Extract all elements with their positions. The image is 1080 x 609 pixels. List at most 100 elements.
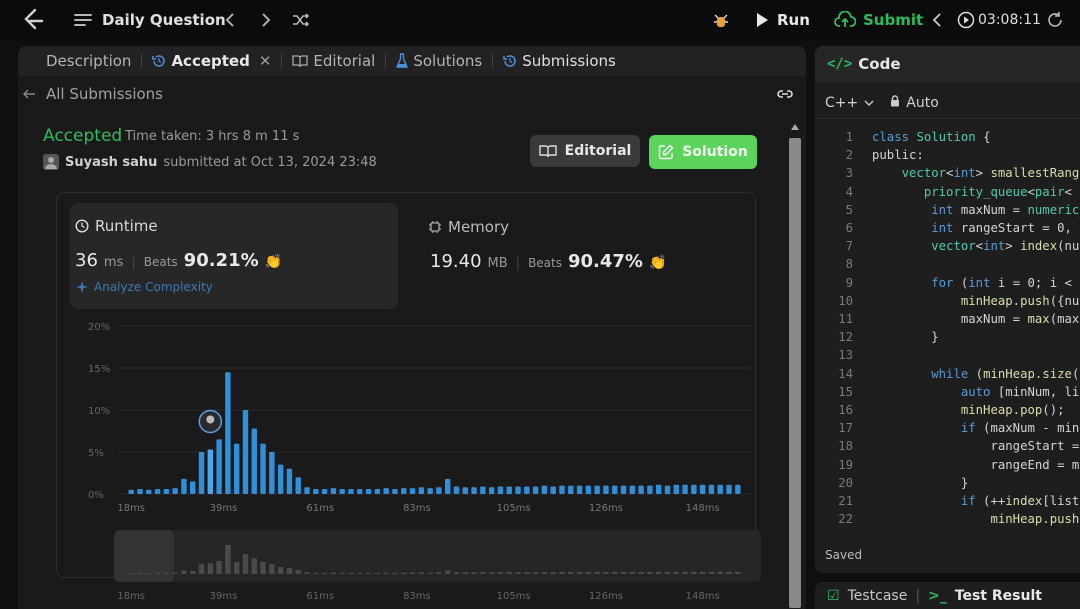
- next-problem-icon[interactable]: [260, 0, 272, 40]
- code-line[interactable]: if (++index[listI: [872, 494, 1080, 508]
- debug-icon[interactable]: [713, 0, 729, 40]
- code-editor[interactable]: 1 class Solution {2 public: 3 vector<int> s…: [815, 126, 1080, 526]
- code-line[interactable]: rangeEnd = ma: [872, 458, 1080, 472]
- chart-bar: [374, 488, 381, 494]
- submit-button[interactable]: Submit: [834, 0, 923, 40]
- problem-list-label[interactable]: Daily Question: [102, 0, 226, 40]
- collapse-timer-icon[interactable]: [932, 0, 942, 40]
- code-line[interactable]: minHeap.push(: [872, 512, 1080, 526]
- code-line[interactable]: vector<int> index(num: [872, 239, 1080, 253]
- panel-scrollbar[interactable]: [788, 122, 802, 609]
- language-select[interactable]: C++: [825, 95, 858, 111]
- runtime-number: 36: [75, 250, 98, 271]
- chart-bar: [541, 485, 548, 494]
- runtime-distribution-chart[interactable]: 20% 15% 10% 5% 0% 18ms 39ms 61ms 83ms 105ms 126ms 1…: [56, 316, 776, 609]
- line-number: 2: [845, 148, 853, 163]
- submitter-name[interactable]: Suyash sahu: [65, 155, 157, 170]
- mode-select[interactable]: Auto: [906, 95, 939, 111]
- mini-chart-bar: [462, 572, 468, 574]
- user-marker-head: [206, 415, 215, 424]
- close-tab-icon[interactable]: ✕: [259, 52, 272, 70]
- tab-description[interactable]: Description: [18, 46, 141, 76]
- timer[interactable]: 03:08:11: [957, 0, 1041, 40]
- mini-chart-bar: [524, 572, 530, 574]
- code-line[interactable]: while (minHeap.size(): [872, 367, 1080, 381]
- code-line[interactable]: int maxNum = numeric_: [872, 203, 1080, 217]
- scrollbar-thumb[interactable]: [789, 138, 801, 608]
- chevron-down-icon[interactable]: [864, 99, 874, 107]
- all-submissions-link[interactable]: All Submissions: [18, 81, 806, 107]
- chart-bar: [629, 485, 636, 494]
- top-bar: Daily Question Run Submit 03:08:11: [0, 0, 1080, 40]
- tab-submissions-label: Submissions: [522, 52, 616, 70]
- problem-list-icon[interactable]: [74, 0, 92, 40]
- analyze-complexity-link[interactable]: Analyze Complexity: [76, 280, 213, 294]
- submitted-at: submitted at Oct 13, 2024 23:48: [163, 154, 377, 170]
- chart-bar: [726, 484, 732, 494]
- chart-bar: [242, 410, 249, 494]
- line-number: 14: [838, 366, 853, 381]
- tab-solutions[interactable]: Solutions: [386, 46, 492, 76]
- chart-bar: [348, 488, 354, 494]
- solution-button[interactable]: Solution: [649, 135, 757, 169]
- chart-bar: [576, 485, 583, 494]
- prev-problem-icon[interactable]: [224, 0, 236, 40]
- chart-bar: [559, 485, 565, 494]
- mini-chart-bar: [488, 572, 495, 574]
- code-line[interactable]: for (int i = 0; i < n: [872, 276, 1080, 290]
- chart-bar: [436, 487, 442, 494]
- x-tick-label: 83ms: [403, 503, 431, 514]
- line-number: 10: [838, 293, 853, 308]
- code-line[interactable]: minHeap.push({num: [872, 294, 1080, 308]
- chart-bar: [128, 489, 134, 494]
- code-line[interactable]: rangeStart =: [872, 439, 1079, 453]
- code-line[interactable]: class Solution {: [872, 130, 990, 144]
- code-line[interactable]: priority_queue<pair<: [872, 185, 1072, 199]
- code-line[interactable]: auto [minNum, lis: [872, 385, 1080, 399]
- all-submissions-label: All Submissions: [46, 85, 163, 103]
- reset-timer-icon[interactable]: [1046, 0, 1064, 40]
- mini-x-tick-label: 18ms: [117, 591, 145, 602]
- tab-test-result[interactable]: Test Result: [955, 588, 1042, 604]
- tab-accepted[interactable]: Accepted ✕: [142, 46, 281, 76]
- y-tick-label: 10%: [88, 406, 110, 417]
- mini-chart-bar: [541, 572, 548, 574]
- code-line[interactable]: maxNum = max(maxN: [872, 312, 1080, 326]
- y-tick-label: 15%: [88, 364, 110, 375]
- memory-title[interactable]: Memory: [428, 218, 509, 236]
- clap-icon: 👏: [648, 255, 667, 271]
- code-line[interactable]: int rangeStart = 0, r: [872, 221, 1080, 235]
- code-line[interactable]: public:: [872, 148, 924, 162]
- line-number: 4: [845, 184, 853, 199]
- code-line[interactable]: if (maxNum - minN: [872, 421, 1080, 435]
- tab-testcase[interactable]: Testcase: [848, 588, 908, 604]
- tab-submissions[interactable]: Submissions: [493, 46, 626, 76]
- mini-chart-bar: [339, 572, 345, 574]
- code-line[interactable]: }: [872, 330, 938, 344]
- chart-bar: [427, 488, 433, 494]
- tab-editorial[interactable]: Editorial: [282, 46, 385, 76]
- submission-status: Accepted: [43, 126, 123, 146]
- mini-chart-bar: [357, 572, 363, 574]
- run-button[interactable]: Run: [755, 0, 810, 40]
- code-line[interactable]: }: [872, 476, 968, 490]
- avatar[interactable]: [43, 154, 59, 170]
- chart-bar: [286, 468, 293, 494]
- code-line[interactable]: vector<int> smallestRange: [872, 166, 1080, 180]
- mini-x-tick-label: 83ms: [403, 591, 431, 602]
- timer-value: 03:08:11: [978, 12, 1041, 28]
- x-tick-label: 126ms: [589, 503, 623, 514]
- chart-bar: [154, 488, 161, 494]
- timer-play-icon: [957, 11, 975, 29]
- shuffle-icon[interactable]: [292, 0, 310, 40]
- chart-bar: [444, 478, 451, 494]
- mini-chart-bar: [330, 572, 337, 574]
- chart-bar: [260, 443, 266, 494]
- code-line[interactable]: minHeap.pop();: [872, 403, 1065, 417]
- editorial-button[interactable]: Editorial: [530, 135, 640, 167]
- mini-chart-bar: [128, 573, 134, 574]
- memory-unit: MB: [487, 256, 508, 271]
- chart-bar: [357, 488, 363, 494]
- share-link-icon[interactable]: [776, 87, 794, 101]
- logo-icon[interactable]: [20, 0, 46, 40]
